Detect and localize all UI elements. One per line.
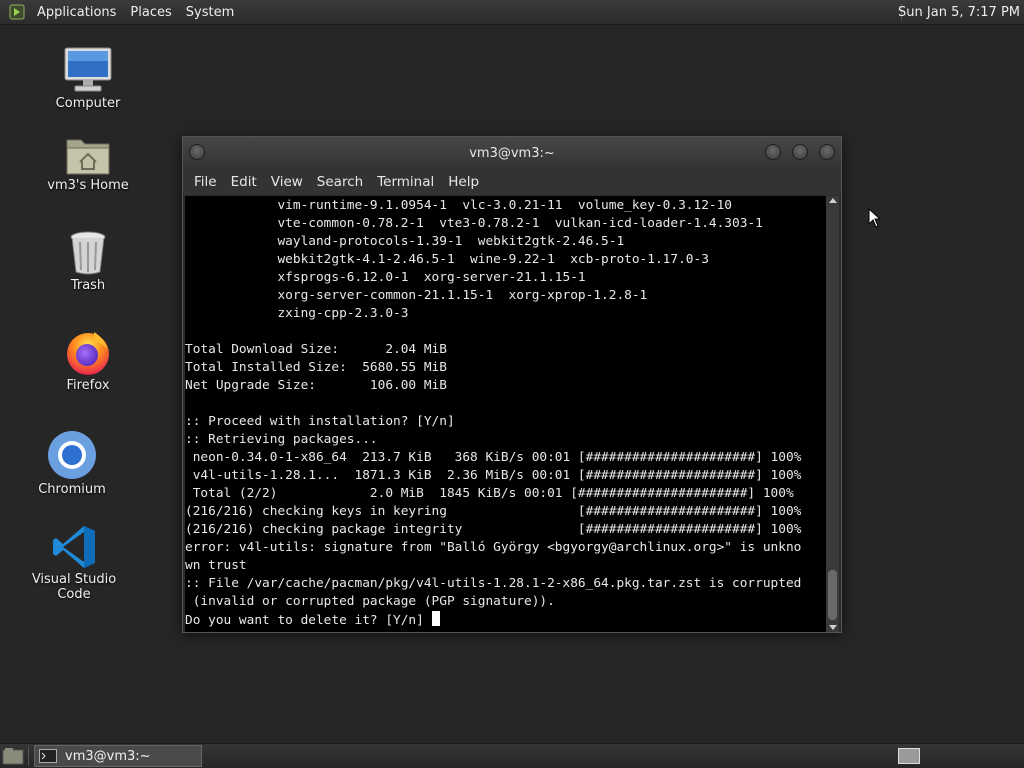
terminal-line: error: v4l-utils: signature from "Balló … [185, 540, 802, 555]
show-desktop-icon[interactable] [2, 747, 24, 766]
terminal-line: v4l-utils-1.28.1... 1871.3 KiB 2.36 MiB/… [185, 468, 802, 483]
desktop-icon-vscode[interactable]: Visual Studio Code [14, 520, 134, 602]
terminal-scrollbar[interactable] [826, 196, 839, 632]
menu-edit[interactable]: Edit [224, 174, 264, 190]
terminal-line: Total Installed Size: 5680.55 MiB [185, 360, 447, 375]
terminal-line: Do you want to delete it? [Y/n] [185, 611, 827, 629]
terminal-line: vim-runtime-9.1.0954-1 vlc-3.0.21-11 vol… [185, 198, 733, 213]
terminal-line: (216/216) checking package integrity [##… [185, 522, 802, 537]
terminal-line: zxing-cpp-2.3.0-3 [185, 306, 409, 321]
menu-terminal[interactable]: Terminal [370, 174, 441, 190]
desktop-icon-label: vm3's Home [47, 178, 129, 193]
terminal-cursor [431, 611, 440, 626]
terminal-icon [39, 749, 57, 763]
desktop-icon-computer[interactable]: Computer [28, 44, 148, 111]
terminal-line: xorg-server-common-21.1.15-1 xorg-xprop-… [185, 288, 648, 303]
desktop-icon-label: Firefox [66, 378, 110, 393]
home-folder-icon [62, 126, 114, 176]
firefox-icon [62, 326, 114, 376]
workspace-switcher[interactable] [898, 748, 920, 764]
computer-icon [62, 44, 114, 94]
terminal-line: (invalid or corrupted package (PGP signa… [185, 594, 555, 609]
clock[interactable]: Sun Jan 5, 7:17 PM [898, 0, 1020, 25]
top-panel: Applications Places System Sun Jan 5, 7:… [0, 0, 1024, 25]
menu-file[interactable]: File [187, 174, 224, 190]
taskbar-button-label: vm3@vm3:~ [65, 748, 151, 764]
terminal-line: Net Upgrade Size: 106.00 MiB [185, 378, 447, 393]
terminal-output[interactable]: vim-runtime-9.1.0954-1 vlc-3.0.21-11 vol… [185, 196, 827, 632]
desktop-icon-home[interactable]: vm3's Home [28, 126, 148, 193]
vscode-icon [48, 520, 100, 570]
system-menu[interactable]: System [179, 5, 241, 20]
terminal-line: Total Download Size: 2.04 MiB [185, 342, 447, 357]
scroll-up-arrow-icon[interactable] [829, 198, 837, 203]
terminal-window[interactable]: vm3@vm3:~ File Edit View Search Terminal… [182, 136, 842, 633]
window-menubar: File Edit View Search Terminal Help [183, 169, 841, 195]
mouse-pointer-icon [868, 207, 882, 232]
terminal-line: webkit2gtk-4.1-2.46.5-1 wine-9.22-1 xcb-… [185, 252, 709, 267]
desktop-icon-chromium[interactable]: Chromium [12, 430, 132, 497]
window-menu-button[interactable] [189, 144, 205, 160]
desktop-icon-label: Trash [70, 278, 106, 293]
desktop-icon-firefox[interactable]: Firefox [28, 326, 148, 393]
minimize-button[interactable] [765, 144, 781, 160]
taskbar-button-terminal[interactable]: vm3@vm3:~ [34, 745, 202, 767]
chromium-icon [46, 430, 98, 480]
menu-view[interactable]: View [264, 174, 310, 190]
applications-logo-icon[interactable] [8, 3, 26, 21]
trash-icon [62, 226, 114, 276]
terminal-line: :: Proceed with installation? [Y/n] [185, 414, 455, 429]
panel-separator [28, 747, 29, 766]
terminal-line: :: File /var/cache/pacman/pkg/v4l-utils-… [185, 576, 802, 591]
desktop-icon-label: Computer [55, 96, 121, 111]
scrollbar-thumb[interactable] [828, 570, 837, 620]
menu-search[interactable]: Search [310, 174, 370, 190]
terminal-line: :: Retrieving packages... [185, 432, 378, 447]
terminal-line: Total (2/2) 2.0 MiB 1845 KiB/s 00:01 [##… [185, 486, 794, 501]
scroll-down-arrow-icon[interactable] [829, 625, 837, 630]
bottom-panel: vm3@vm3:~ [0, 743, 1024, 768]
terminal-line: vte-common-0.78.2-1 vte3-0.78.2-1 vulkan… [185, 216, 763, 231]
terminal-line: (216/216) checking keys in keyring [####… [185, 504, 802, 519]
desktop-icon-trash[interactable]: Trash [28, 226, 148, 293]
terminal-line: xfsprogs-6.12.0-1 xorg-server-21.1.15-1 [185, 270, 586, 285]
maximize-button[interactable] [792, 144, 808, 160]
close-button[interactable] [819, 144, 835, 160]
terminal-line: wn trust [185, 558, 247, 573]
menu-help[interactable]: Help [441, 174, 486, 190]
places-menu[interactable]: Places [123, 5, 178, 20]
desktop-icon-label: Visual Studio Code [31, 572, 117, 602]
window-titlebar[interactable]: vm3@vm3:~ [183, 137, 841, 169]
applications-menu[interactable]: Applications [30, 5, 123, 20]
desktop-icon-label: Chromium [38, 482, 106, 497]
terminal-line: wayland-protocols-1.39-1 webkit2gtk-2.46… [185, 234, 625, 249]
terminal-line: neon-0.34.0-1-x86_64 213.7 KiB 368 KiB/s… [185, 450, 802, 465]
window-title: vm3@vm3:~ [469, 145, 555, 161]
